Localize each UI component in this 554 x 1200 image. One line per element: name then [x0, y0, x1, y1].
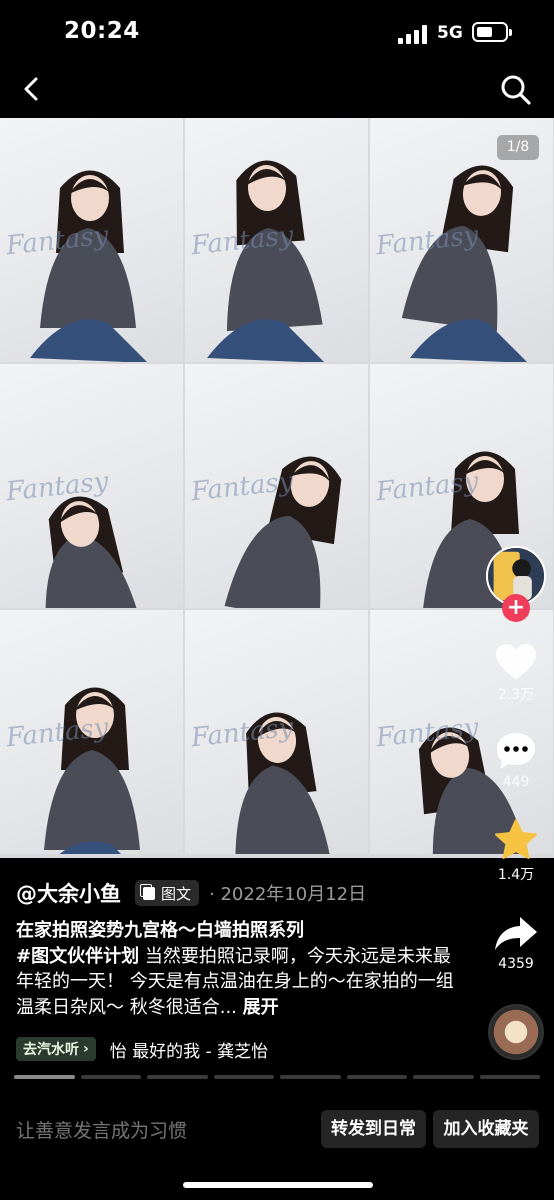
author-line: @大余小鱼 图文 · 2022年10月12日: [16, 876, 366, 910]
photo-grid[interactable]: Fantasy Fantasy Fantasy Fantasy Fantasy Fanta…: [0, 118, 554, 858]
status-time: 20:24: [64, 18, 140, 44]
progress-segment: [80, 1075, 141, 1079]
music-disc[interactable]: [488, 1004, 544, 1060]
post-type-tag: 图文: [135, 880, 200, 906]
gallery-photo[interactable]: Fantasy: [0, 364, 183, 608]
image-post-icon: [143, 886, 155, 900]
like-count: 2.3万: [497, 687, 535, 703]
gallery-photo[interactable]: Fantasy: [185, 610, 368, 854]
chevron-right-icon: ›: [83, 1041, 89, 1057]
progress-segment: [280, 1075, 341, 1079]
progress-segment: [413, 1075, 474, 1079]
home-indicator: [183, 1182, 373, 1188]
progress-segment: [14, 1075, 75, 1079]
progress-segment: [346, 1075, 407, 1079]
status-bar: 20:24 5G: [0, 0, 554, 66]
share-button[interactable]: 4359: [486, 914, 546, 972]
post-date: · 2022年10月12日: [209, 884, 367, 905]
hashtag-link[interactable]: #图文伙伴计划: [16, 946, 139, 967]
page-counter: 1/8: [497, 135, 539, 160]
gallery-photo[interactable]: Fantasy: [185, 118, 368, 362]
post-body: #图文伙伴计划 当然要拍照记录啊，今天永远是未来最年轻的一天！ 今天是有点温油在…: [16, 944, 456, 1021]
comment-bar: 让善意发言成为习惯 转发到日常 加入收藏夹: [0, 1100, 554, 1160]
favorite-count: 1.4万: [497, 867, 535, 883]
comment-input[interactable]: 让善意发言成为习惯: [16, 1116, 187, 1143]
gallery-photo[interactable]: Fantasy: [0, 610, 183, 854]
share-arrow-icon: [495, 917, 537, 950]
heart-icon: [496, 644, 536, 680]
comment-count: 449: [502, 774, 530, 790]
listen-in-qishui-button[interactable]: 去汽水听 ›: [16, 1037, 96, 1061]
comment-button[interactable]: 449: [486, 730, 546, 790]
signal-icon: [398, 24, 428, 44]
add-to-favorites-button[interactable]: 加入收藏夹: [433, 1110, 539, 1148]
post-title: 在家拍照姿势九宫格～白墙拍照系列: [16, 920, 304, 941]
image-progress-bar: [14, 1075, 540, 1079]
chevron-left-icon[interactable]: [14, 72, 48, 106]
like-button[interactable]: 2.3万: [486, 642, 546, 704]
repost-to-daily-button[interactable]: 转发到日常: [321, 1110, 426, 1148]
star-icon: [495, 819, 537, 859]
caption[interactable]: 在家拍照姿势九宫格～白墙拍照系列 #图文伙伴计划 当然要拍照记录啊，今天永远是未…: [16, 918, 456, 1020]
share-count: 4359: [498, 956, 534, 972]
music-row: 去汽水听 › 怡 最好的我 - 龚芝怡: [16, 1036, 268, 1062]
progress-segment: [213, 1075, 274, 1079]
search-icon[interactable]: [498, 72, 534, 108]
comment-icon: [497, 733, 535, 769]
post-type-label: 图文: [161, 884, 192, 903]
favorite-button[interactable]: 1.4万: [486, 818, 546, 884]
music-track[interactable]: 怡 最好的我 - 龚芝怡: [110, 1037, 268, 1062]
progress-segment: [147, 1075, 208, 1079]
gallery-photo[interactable]: Fantasy: [185, 364, 368, 608]
author-name[interactable]: @大余小鱼: [16, 878, 121, 908]
follow-button[interactable]: +: [502, 594, 530, 622]
network-label: 5G: [437, 23, 463, 43]
top-nav: [0, 66, 554, 118]
battery-icon: [472, 22, 512, 42]
gallery-photo[interactable]: Fantasy: [0, 118, 183, 362]
progress-segment: [479, 1075, 540, 1079]
expand-link[interactable]: 展开: [243, 997, 279, 1018]
